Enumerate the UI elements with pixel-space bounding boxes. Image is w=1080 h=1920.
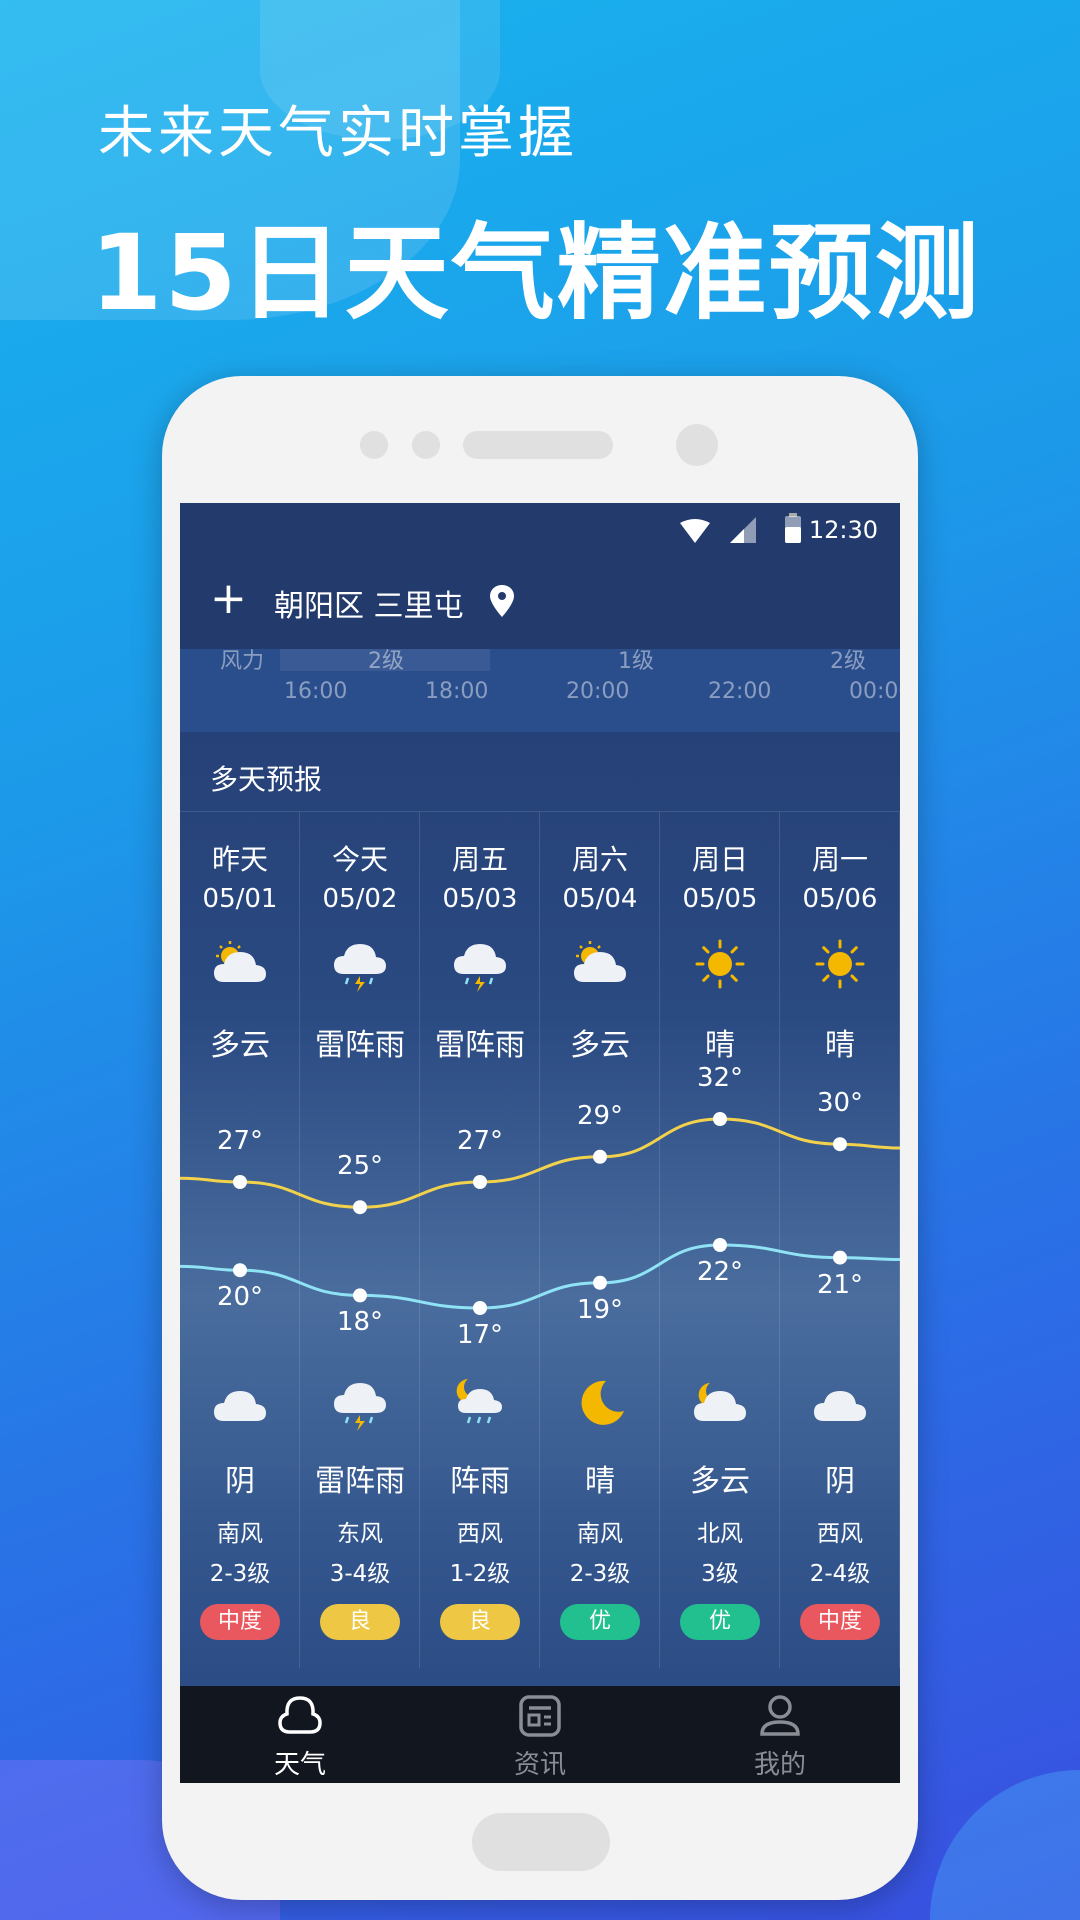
high-temp-line — [180, 1117, 900, 1209]
temperature-chart — [180, 1112, 900, 1315]
high-temp-point — [593, 1149, 607, 1164]
phone-sensor — [360, 431, 388, 459]
high-temp-point — [353, 1200, 367, 1215]
nav-label: 天气 — [273, 1750, 326, 1780]
news-icon — [519, 1695, 561, 1737]
nav-tab-2[interactable]: 我的 — [660, 1686, 900, 1783]
low-temp-point — [233, 1263, 247, 1278]
low-temp-point — [713, 1238, 727, 1252]
low-temp-point — [473, 1301, 487, 1315]
high-temp-point — [473, 1175, 487, 1189]
nav-tab-0[interactable]: 天气 — [180, 1686, 420, 1783]
nav-label: 资讯 — [513, 1750, 566, 1780]
promo-subtitle: 未来天气实时掌握 — [98, 101, 578, 166]
user-icon — [760, 1695, 800, 1736]
decor-bubble — [930, 1770, 1080, 1920]
low-temp-point — [593, 1275, 607, 1290]
high-temp-point — [713, 1112, 727, 1126]
high-temp-point — [833, 1137, 847, 1152]
bottom-nav: 天气 资讯 我的 — [180, 1686, 900, 1783]
low-temp-point — [833, 1250, 847, 1265]
low-temp-point — [353, 1288, 367, 1303]
low-temp-line — [180, 1243, 900, 1310]
phone-speaker — [463, 431, 613, 459]
phone-home-button[interactable] — [472, 1813, 610, 1871]
nav-label: 我的 — [753, 1750, 806, 1780]
promo-title: 15日天气精准预测 — [90, 212, 981, 334]
high-temp-point — [233, 1175, 247, 1189]
cloud-icon — [278, 1696, 322, 1734]
phone-sensor — [412, 431, 440, 459]
app-screen: 12:30 + 朝阳区 三里屯 风力 2级 1级 2级 16:00 18:00 … — [180, 503, 900, 1783]
nav-tab-1[interactable]: 资讯 — [420, 1686, 660, 1783]
phone-camera — [676, 424, 718, 466]
